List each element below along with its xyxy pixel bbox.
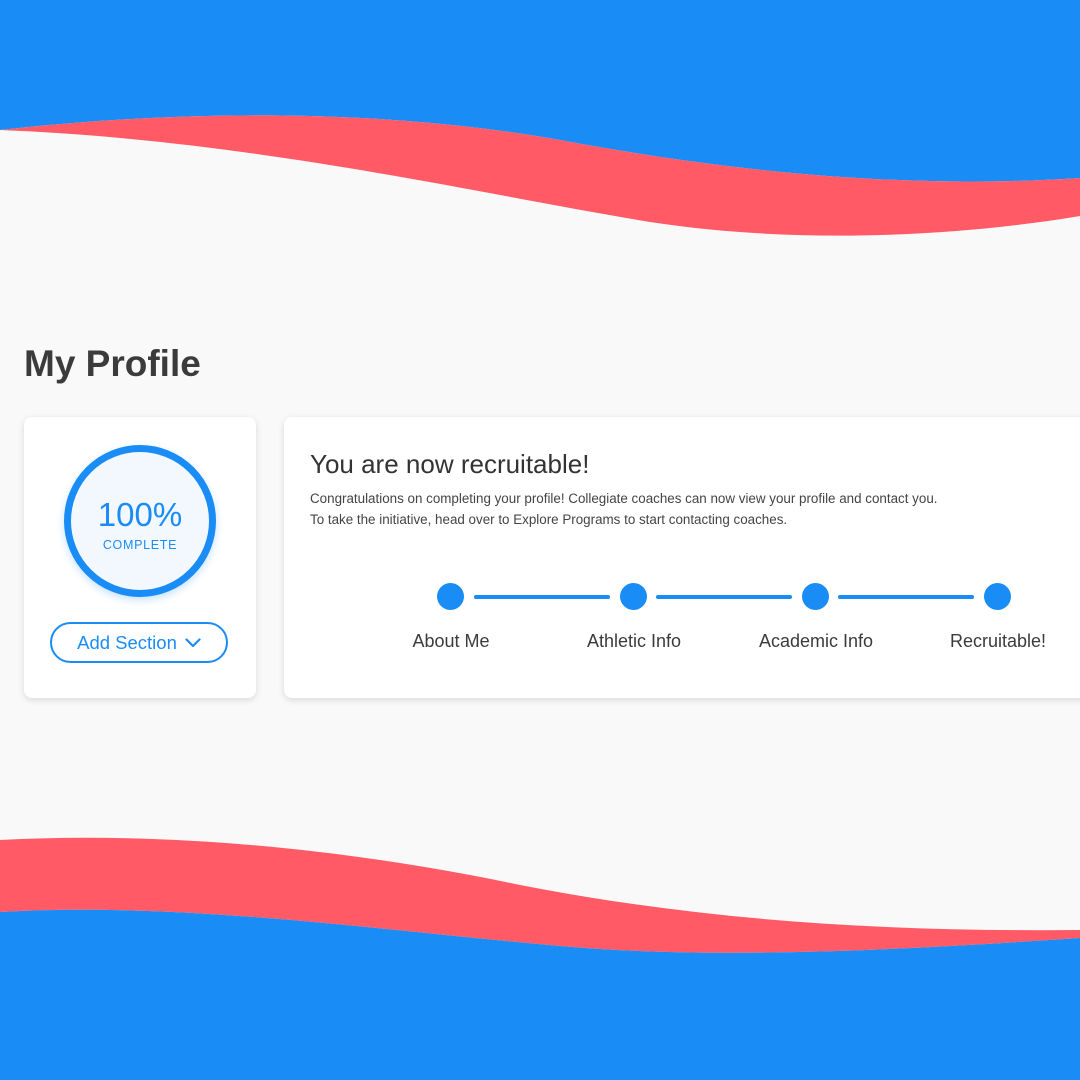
step-connector <box>656 595 792 599</box>
step-dot-about-me <box>437 583 464 610</box>
step-connector <box>838 595 974 599</box>
progress-ring: 100% COMPLETE <box>64 445 216 597</box>
step-label-recruitable: Recruitable! <box>949 631 1047 651</box>
add-section-label: Add Section <box>77 631 177 653</box>
progress-label: COMPLETE <box>102 538 178 552</box>
step-dot-academic-info <box>802 583 829 610</box>
page-title: My Profile <box>24 343 201 384</box>
step-label-about-me: About Me <box>412 631 490 651</box>
progress-value: 100% <box>97 496 183 533</box>
step-dot-athletic-info <box>620 583 647 610</box>
step-label-athletic-info: Athletic Info <box>586 631 682 651</box>
add-section-button[interactable]: Add Section <box>50 622 228 663</box>
chevron-down-icon <box>185 637 201 647</box>
profile-progress-card: 100% COMPLETE Add Section <box>24 417 256 698</box>
recruitable-status-card: You are now recruitable! Congratulations… <box>284 417 1080 698</box>
step-label-academic-info: Academic Info <box>758 631 874 651</box>
step-connector <box>474 595 610 599</box>
profile-steps: About Me Athletic Info Academic Info Rec… <box>284 417 1080 698</box>
step-dot-recruitable <box>984 583 1011 610</box>
